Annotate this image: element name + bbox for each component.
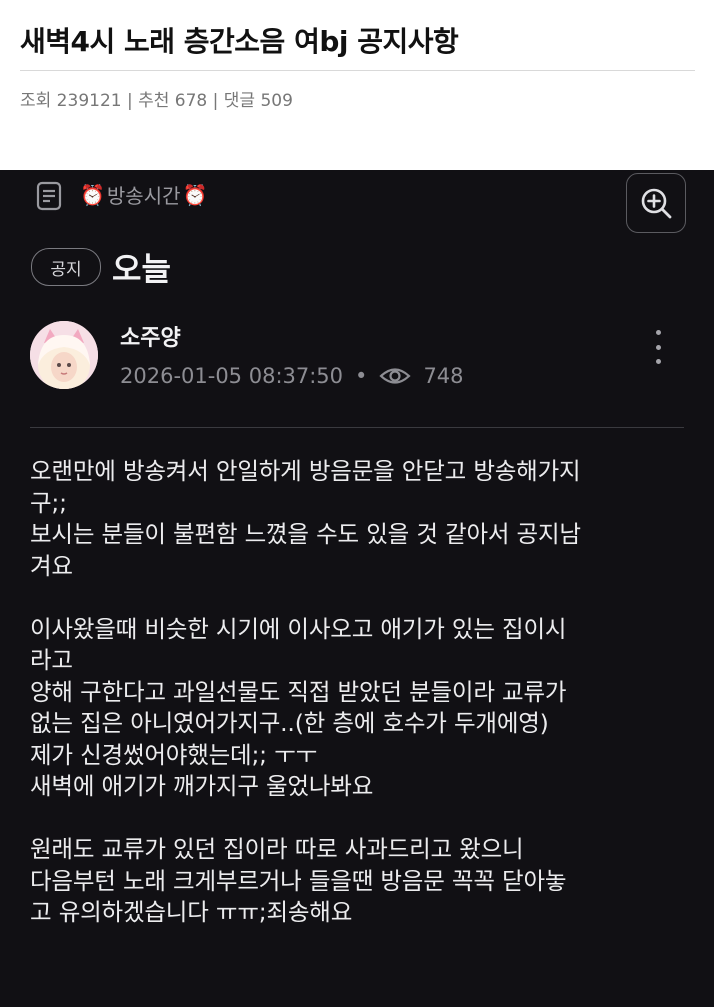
- body-line: 라고: [30, 646, 73, 674]
- notice-badge: 공지: [31, 248, 101, 286]
- body-line: 이사왔을때 비슷한 시기에 이사오고 애기가 있는 집이시: [30, 614, 567, 643]
- post-heading: 오늘: [112, 250, 171, 288]
- body-line: 겨요: [30, 551, 73, 580]
- avatar[interactable]: [30, 321, 98, 389]
- zoom-in-icon: [641, 188, 672, 219]
- document-icon[interactable]: [36, 181, 62, 211]
- body-line: 제가 신경썼어야했는데;; ㅜㅜ: [30, 740, 318, 769]
- paragraph: 오랜만에 방송켜서 안일하게 방음문을 안닫고 방송해가지 구;; 보시는 분들…: [30, 456, 700, 582]
- post-datetime: 2026-01-05 08:37:50: [120, 364, 344, 388]
- alarm-clock-icon: ⏰: [80, 182, 105, 207]
- embedded-screenshot: ⏰ 방송시간 ⏰ 공지 오늘 소주양 2026-01-05 08:37:50 •: [0, 170, 714, 1007]
- header-divider: [20, 70, 695, 71]
- author-name[interactable]: 소주양: [120, 320, 181, 352]
- body-line: 오랜만에 방송켜서 안일하게 방음문을 안닫고 방송해가지: [30, 457, 581, 485]
- channel-title[interactable]: ⏰ 방송시간 ⏰: [80, 180, 207, 209]
- view-count: 748: [423, 364, 464, 388]
- body-line: 다음부턴 노래 크게부르거나 들을땐 방음문 꼭꼭 닫아놓: [30, 866, 567, 895]
- body-line: 없는 집은 아니였어가지구..(한 층에 호수가 두개에영): [30, 709, 549, 737]
- body-line: 양해 구한다고 과일선물도 직접 받았던 분들이라 교류가: [30, 677, 567, 706]
- body-line: 원래도 교류가 있던 집이라 따로 사과드리고 왔으니: [30, 835, 524, 863]
- post-meta: 2026-01-05 08:37:50 • 748: [120, 364, 464, 388]
- channel-name: 방송시간: [106, 184, 181, 208]
- paragraph: 원래도 교류가 있던 집이라 따로 사과드리고 왔으니 다음부턴 노래 크게부르…: [30, 834, 700, 929]
- alarm-clock-icon: ⏰: [182, 182, 208, 207]
- content-divider: [30, 427, 684, 428]
- post-stats: 조회 239121 | 추천 678 | 댓글 509: [20, 91, 293, 111]
- body-line: 보시는 분들이 불편함 느꼈을 수도 있을 것 같아서 공지남: [30, 520, 581, 548]
- body-line: 구;;: [30, 488, 67, 517]
- meta-separator: •: [355, 364, 368, 388]
- body-line: 고 유의하겠습니다 ㅠㅠ;죄송해요: [30, 898, 353, 926]
- post-title: 새벽4시 노래 층간소음 여bj 공지사항: [20, 25, 459, 58]
- paragraph: 이사왔을때 비슷한 시기에 이사오고 애기가 있는 집이시 라고 양해 구한다고…: [30, 614, 700, 803]
- post-body: 오랜만에 방송켜서 안일하게 방음문을 안닫고 방송해가지 구;; 보시는 분들…: [30, 456, 700, 929]
- zoom-in-button[interactable]: [626, 173, 686, 233]
- kebab-menu-icon[interactable]: [646, 330, 670, 364]
- body-line: 새벽에 애기가 깨가지구 울었나봐요: [30, 772, 374, 800]
- post-header: 새벽4시 노래 층간소음 여bj 공지사항 조회 239121 | 추천 678…: [0, 0, 714, 170]
- eye-icon: [379, 368, 412, 384]
